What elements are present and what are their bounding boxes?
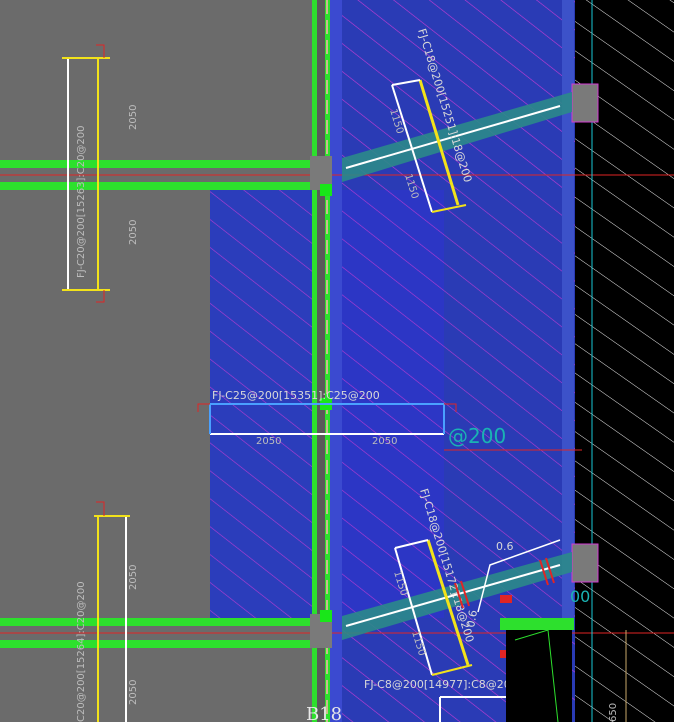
dim-left-top-b: 2050 [128,220,139,245]
node-marker-1 [320,184,332,196]
rebar-bottom-label: FJ-C8@200[14977]:C8@200 [364,678,518,691]
rebar-left-bottom-label: C20@200[15264]:C20@200 [76,581,87,722]
slope-label-1: 0.6 [496,540,514,553]
bottom-right-wall [500,618,574,630]
dim-left-top-a: 2050 [128,105,139,130]
column-right-top [571,83,599,123]
cyan-right-bottom: 00 [570,587,590,606]
dim-left-bottom-b: 2050 [128,680,139,705]
cad-drawing-canvas: FJ-C18@200[15251]:18@200 1150 1150 FJ-C2… [0,0,674,722]
column-right-bottom [571,543,599,583]
node-marker-3 [320,610,332,622]
dim-right-bottom: 650 [608,703,619,722]
cyan-center-label: @200 [448,424,506,448]
dim-center-left: 2050 [256,436,281,447]
dim-left-bottom-a: 2050 [128,565,139,590]
rebar-left-top-label: FJ-C20@200[15263]:C20@200 [76,125,87,278]
rebar-center-label: FJ-C25@200[15351]:C25@200 [212,389,380,402]
axis-label: B18 [306,704,342,722]
bottom-right-void [506,630,572,722]
dim-center-right: 2050 [372,436,397,447]
